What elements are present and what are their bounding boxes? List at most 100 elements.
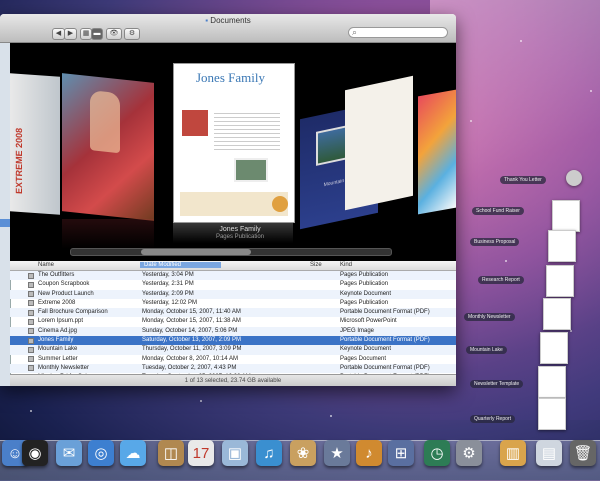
status-bar: 1 of 13 selected, 23.74 GB available [10, 374, 456, 386]
list-row[interactable]: Coupon Scrapbook Yesterday, 2:31 PM Pages … [10, 280, 456, 289]
stack-item-label[interactable]: Research Report [478, 276, 524, 284]
cell-name: Fall Brochure Comparison [38, 309, 108, 316]
safari-icon[interactable]: ◎ [88, 440, 114, 466]
cell-name: New Product Launch [38, 290, 94, 297]
cover-text-block [214, 110, 280, 150]
cell-date: Yesterday, 2:31 PM [142, 281, 194, 288]
stack-item-label[interactable]: Monthly Newsletter [464, 313, 515, 321]
stack-item-label[interactable]: Quarterly Report [470, 415, 515, 423]
list-row[interactable]: Fall Brochure Comparison Monday, October … [10, 308, 456, 318]
cell-kind: Pages Document [340, 355, 387, 362]
star [520, 40, 522, 42]
list-row[interactable]: Extreme 2008 Yesterday, 12:02 PM Pages Pub… [10, 299, 456, 308]
stack-item-label[interactable]: Mountain Lake [466, 346, 507, 354]
stack-item-label[interactable]: Business Proposal [470, 238, 520, 246]
imovie-icon[interactable]: ★ [324, 440, 350, 466]
cell-name: Summer Letter [38, 355, 78, 362]
column-header-kind[interactable]: Kind [340, 262, 352, 268]
iphoto-icon[interactable]: ❀ [290, 440, 316, 466]
cover-text: EXTREME 2008 [14, 127, 24, 195]
stack-item-thumbnail[interactable] [566, 170, 582, 186]
search-field[interactable] [348, 27, 448, 38]
cell-date: Yesterday, 3:04 PM [142, 272, 194, 278]
mail-icon[interactable]: ✉ [56, 440, 82, 466]
dashboard-icon[interactable]: ◉ [22, 440, 48, 466]
ichat-icon[interactable]: ☁ [120, 440, 146, 466]
itunes-icon[interactable]: ♫ [256, 440, 282, 466]
document-icon [28, 346, 34, 353]
stack-item-thumbnail[interactable] [538, 366, 566, 398]
stack-item-thumbnail[interactable] [546, 265, 574, 297]
cover-badge [272, 196, 288, 212]
action-menu-button[interactable]: ⚙ [124, 28, 140, 40]
cover-outfitters[interactable] [62, 73, 154, 221]
preview-icon[interactable]: ▣ [222, 440, 248, 466]
stack-item-thumbnail[interactable] [538, 398, 566, 430]
cover-extreme-2008[interactable]: EXTREME 2008 [10, 73, 60, 215]
address-book-icon[interactable]: ◫ [158, 440, 184, 466]
stack-item-label[interactable]: Newsletter Template [470, 380, 524, 388]
star [470, 120, 472, 122]
list-rows: The Outfitters Yesterday, 3:04 PM Pages Pu… [10, 271, 456, 386]
cell-name: The Outfitters [38, 272, 75, 278]
cell-kind: Keynote Document [340, 346, 392, 353]
photo-stack-icon[interactable]: ▥ [500, 440, 526, 466]
garageband-icon[interactable]: ♪ [356, 440, 382, 466]
stack-item-thumbnail[interactable] [552, 200, 580, 232]
cell-kind: Portable Document Format (PDF) [340, 364, 430, 371]
star [330, 415, 332, 417]
list-row[interactable]: The Outfitters Yesterday, 3:04 PM Pages Pu… [10, 271, 456, 281]
stack-item-thumbnail[interactable] [540, 332, 568, 364]
cover-flow-view-button[interactable]: ▬ [91, 28, 103, 40]
cover-jones-family[interactable]: Jones Family [173, 63, 295, 223]
trash-icon[interactable]: 🗑 [570, 440, 596, 466]
window-title: ▪ Documents [205, 16, 251, 25]
spaces-icon[interactable]: ⊞ [388, 440, 414, 466]
title-bar[interactable]: ▪ Documents ◀ ▶ ▦ ▬ 👁 ⚙ [0, 14, 456, 43]
column-header-size[interactable]: Size [310, 262, 322, 268]
document-icon [28, 291, 34, 298]
list-row[interactable]: Jones Family Saturday, October 13, 2007, … [10, 336, 456, 346]
star [570, 330, 572, 332]
document-icon [28, 356, 34, 363]
list-row[interactable]: New Product Launch Yesterday, 2:09 PM Keyn… [10, 289, 456, 299]
cell-kind: JPEG Image [340, 327, 375, 334]
stack-item-label[interactable]: Thank You Letter [500, 176, 546, 184]
list-row[interactable]: Summer Letter Monday, October 8, 2007, 10… [10, 355, 456, 364]
list-row[interactable]: Monthly Newsletter Tuesday, October 2, 20… [10, 363, 456, 374]
cell-date: Yesterday, 2:09 PM [142, 290, 194, 297]
cell-date: Thursday, October 11, 2007, 3:09 PM [142, 346, 242, 353]
cover-flow[interactable]: EXTREME 2008 Jones Family Mountain Lake … [10, 43, 456, 261]
cell-kind: Pages Publication [340, 272, 389, 278]
document-icon [28, 309, 34, 316]
system-preferences-icon[interactable]: ⚙ [456, 440, 482, 466]
list-row[interactable]: Lorem Ipsum.ppt Monday, October 15, 2007,… [10, 317, 456, 326]
cell-name: Cinema Ad.jpg [38, 327, 78, 334]
list-row[interactable]: Cinema Ad.jpg Sunday, October 14, 2007, 5… [10, 326, 456, 337]
cover-newsletter[interactable] [345, 75, 413, 211]
cover-balloons[interactable] [418, 89, 456, 215]
cell-date: Saturday, October 13, 2007, 2:09 PM [142, 337, 241, 344]
stack-item-label[interactable]: School Fund Raiser [472, 207, 524, 215]
column-header-name[interactable]: Name [38, 262, 54, 268]
cover-flow-scrollbar[interactable] [70, 248, 392, 256]
folder-icon: ▪ [205, 16, 209, 25]
cell-name: Jones Family [38, 337, 74, 344]
document-icon [28, 318, 34, 325]
column-header-date[interactable]: Date Modified [140, 262, 222, 268]
stack-item-thumbnail[interactable] [548, 230, 576, 262]
document-icon [28, 365, 34, 372]
file-list[interactable]: Name Date Modified Size Kind The Outfitt… [10, 261, 456, 386]
quick-look-button[interactable]: 👁 [106, 28, 122, 40]
cell-name: Extreme 2008 [38, 299, 76, 306]
cover-flow-scroll-thumb[interactable] [141, 249, 251, 255]
list-row[interactable]: Mountain Lake Thursday, October 11, 2007,… [10, 345, 456, 355]
ical-icon[interactable]: 17 [188, 440, 214, 466]
cell-date: Monday, October 15, 2007, 11:38 AM [142, 318, 241, 325]
documents-stack-icon[interactable]: ▤ [536, 440, 562, 466]
forward-button[interactable]: ▶ [64, 28, 77, 40]
time-machine-icon[interactable]: ◷ [424, 440, 450, 466]
sidebar-selected-item[interactable] [0, 219, 10, 227]
stack-item-thumbnail[interactable] [543, 298, 571, 330]
cell-name: Monthly Newsletter [38, 364, 90, 371]
